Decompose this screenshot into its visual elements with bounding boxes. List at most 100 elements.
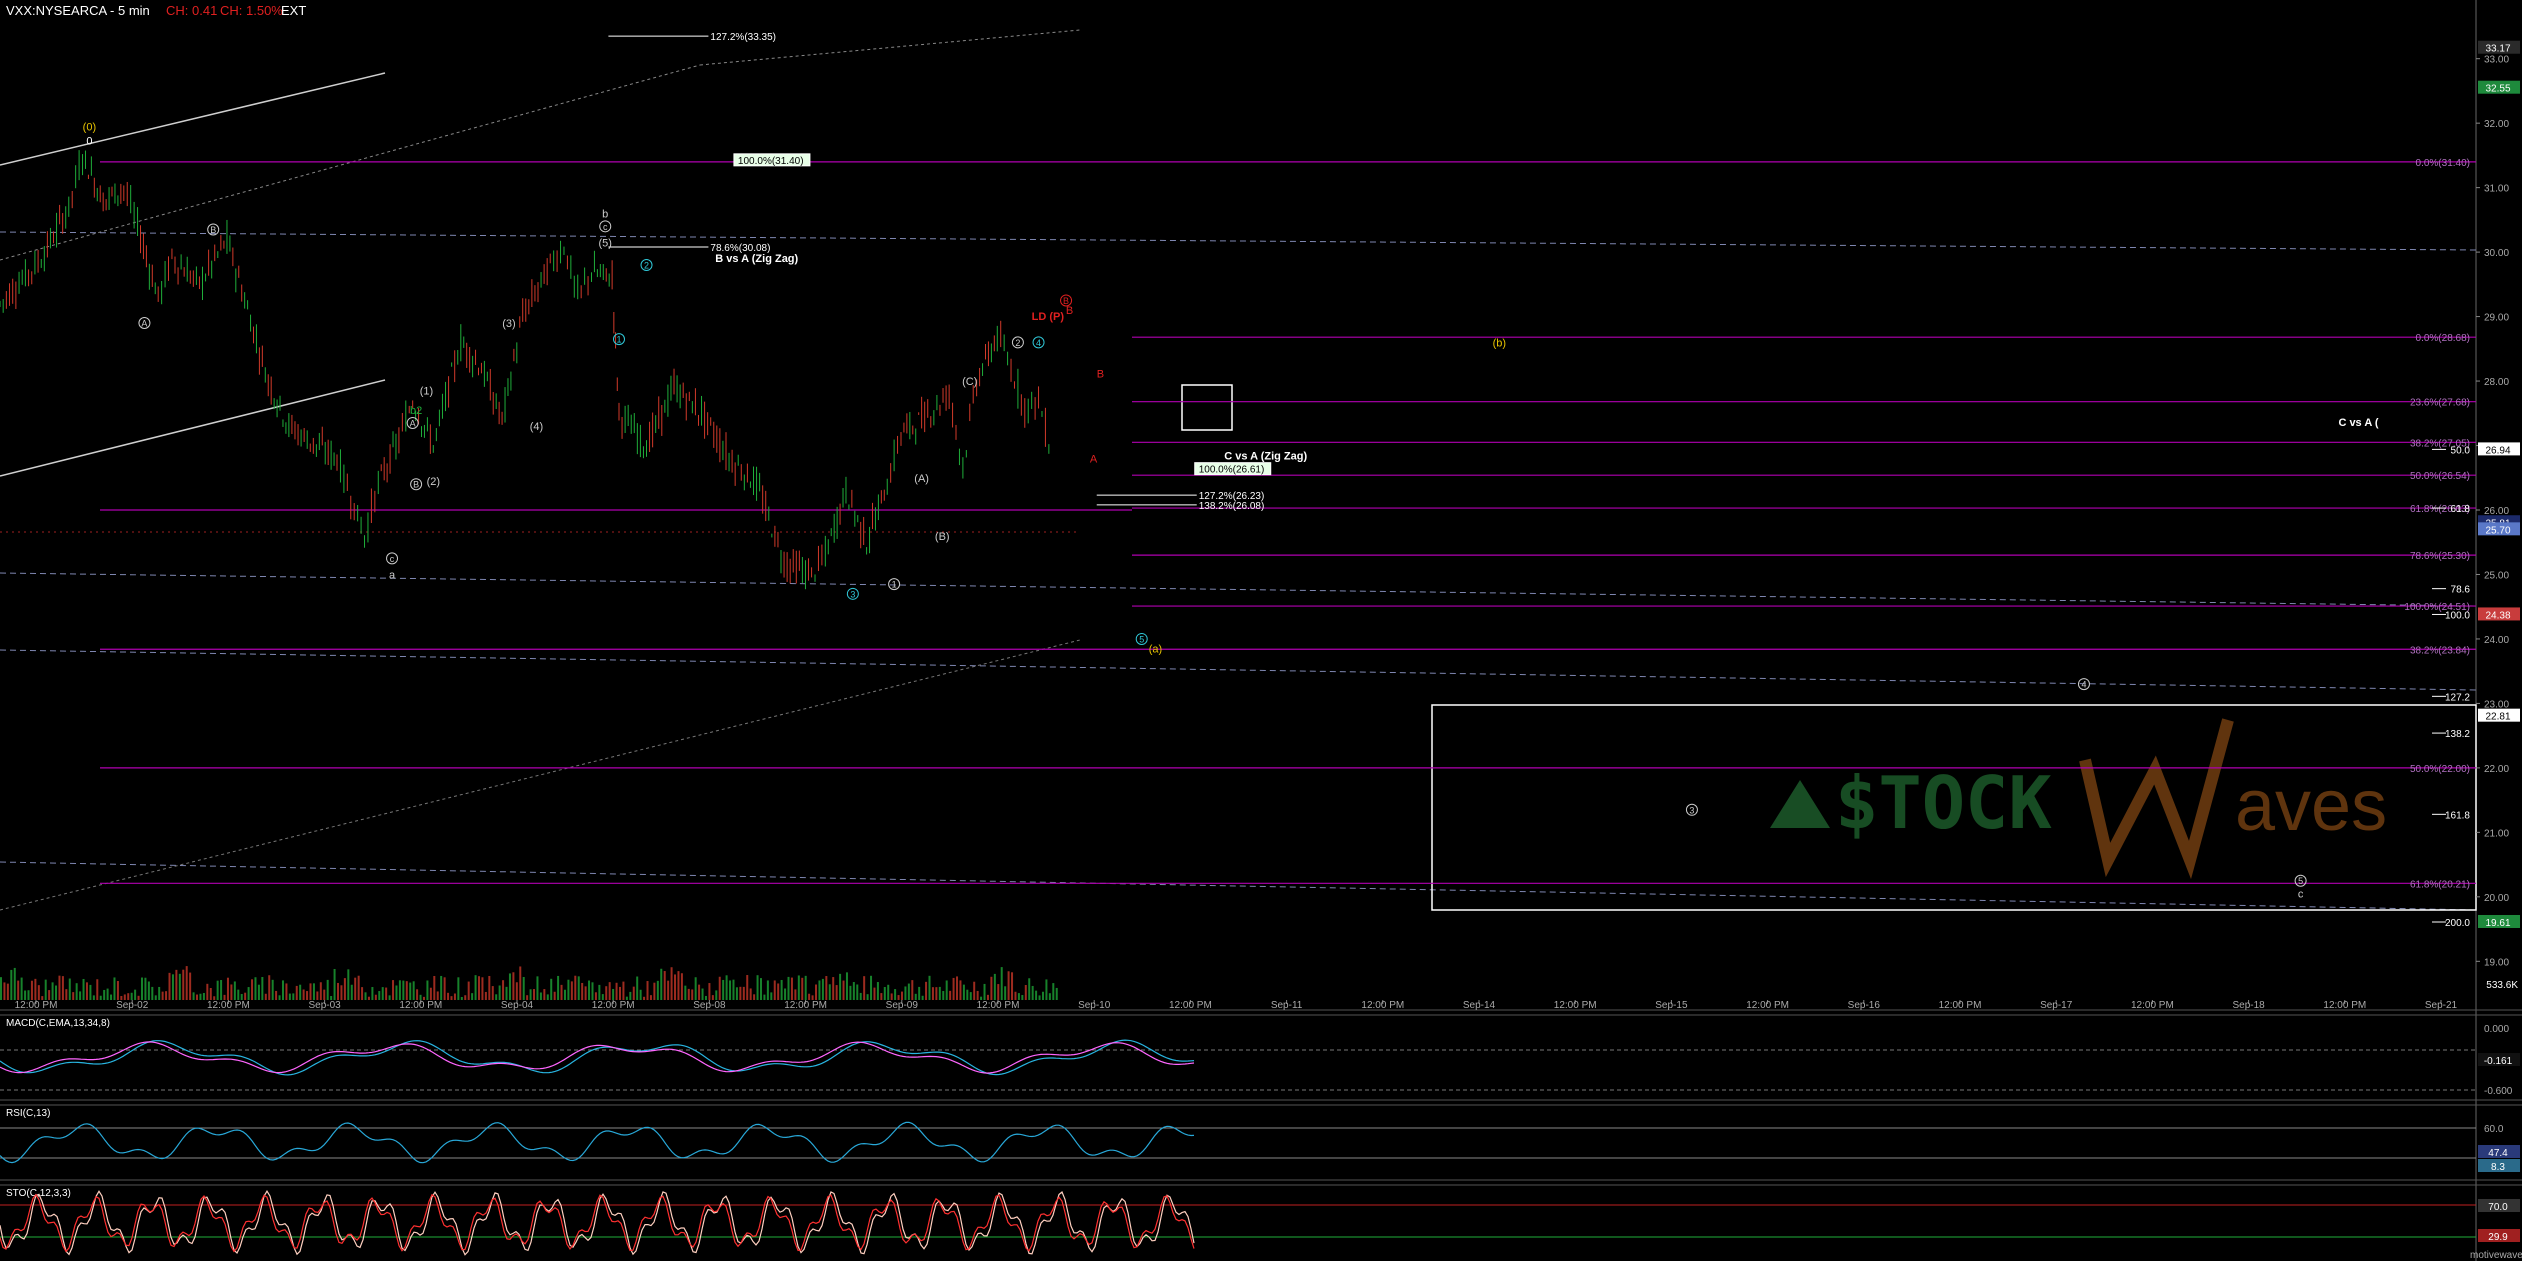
volume-bar: [257, 984, 260, 1000]
volume-bar: [687, 988, 690, 1000]
volume-bar: [845, 972, 848, 1000]
volume-bar: [519, 966, 522, 1000]
volume-bar: [505, 986, 508, 1000]
volume-bar: [567, 979, 570, 1000]
symbol-title[interactable]: VXX:NYSEARCA - 5 min: [6, 3, 150, 18]
volume-bar: [185, 966, 188, 1000]
volume-bar: [780, 979, 783, 1000]
edge-label: 127.2: [2445, 692, 2470, 703]
volume-bar: [619, 986, 621, 1000]
volume-bar: [636, 976, 639, 1000]
wave-label: 2: [644, 261, 649, 271]
volume-bar: [481, 977, 484, 1000]
edge-label: 161.8: [2445, 810, 2470, 821]
volume-bar: [37, 985, 40, 1000]
volume-bar: [271, 979, 274, 1000]
wave-label: (B): [935, 531, 950, 543]
volume-bar: [962, 984, 965, 1000]
volume-bar: [471, 993, 474, 1000]
volume-bar: [264, 993, 267, 1000]
volume-bar: [718, 976, 721, 1000]
volume-bar: [983, 983, 986, 1000]
volume-bar: [870, 975, 873, 1000]
edge-label: 78.6: [2451, 585, 2471, 596]
volume-bar: [550, 978, 553, 1000]
fib-level-label: 0.0%(28.68): [2416, 333, 2470, 344]
volume-bar: [285, 983, 288, 1000]
volume-bar: [612, 988, 615, 1000]
volume-bar: [577, 976, 580, 1000]
volume-bar: [498, 985, 501, 1000]
volume-bar: [677, 971, 680, 1000]
volume-bar: [92, 995, 95, 1000]
volume-bar: [299, 984, 302, 1000]
volume-bar: [918, 986, 921, 1000]
volume-bar: [739, 986, 742, 1000]
volume-bar: [1007, 971, 1010, 1000]
volume-bar: [340, 985, 343, 1000]
volume-bar: [887, 984, 890, 1000]
volume-bar: [116, 981, 119, 1000]
volume-bar: [925, 981, 928, 1000]
volume-bar: [660, 968, 663, 1000]
fib-level-label: 0.0%(31.40): [2416, 158, 2470, 169]
wave-label: 1: [616, 335, 621, 345]
volume-bar: [794, 989, 797, 1000]
volume-bar: [639, 989, 642, 1000]
volume-bar: [784, 988, 787, 1000]
volume-bar: [938, 986, 941, 1000]
volume-bar: [756, 975, 759, 1000]
chart-background: [0, 0, 2522, 1261]
volume-bar: [350, 984, 353, 1000]
panel-flag-label: 47.4: [2488, 1148, 2508, 1159]
chart-canvas[interactable]: $TOCK aves 0.0%(31.40) 0.0%(28.68) 23.6%(27…: [0, 0, 2522, 1261]
volume-bar: [412, 981, 415, 1000]
volume-bar: [278, 995, 281, 1000]
volume-bar: [337, 982, 340, 1000]
wave-label: A: [141, 319, 147, 329]
volume-bar: [151, 986, 154, 1000]
volume-bar: [361, 987, 364, 1000]
volume-bar: [206, 983, 209, 1000]
volume-bar: [742, 986, 745, 1000]
x-tick-label: 12:00 PM: [1169, 1000, 1212, 1011]
volume-bar: [894, 989, 897, 1000]
volume-bar: [993, 973, 996, 1000]
y-tick-label: 31.00: [2484, 184, 2509, 195]
y-tick-label: 19.00: [2484, 957, 2509, 968]
volume-bar: [488, 975, 491, 1000]
volume-bar: [302, 989, 305, 1000]
volume-bar: [581, 982, 584, 1000]
x-tick-label: Sep-09: [886, 1000, 919, 1011]
volume-bar: [966, 989, 969, 1000]
volume-bar: [594, 992, 597, 1000]
volume-bar: [735, 987, 738, 1000]
session-label: EXT: [281, 3, 306, 18]
volume-bar: [392, 980, 395, 1000]
volume-bar: [839, 973, 842, 1000]
volume-bar: [856, 984, 859, 1000]
volume-bar: [1031, 985, 1034, 1000]
price-flag-label: 25.70: [2485, 525, 2510, 536]
volume-bar: [165, 991, 168, 1000]
volume-bar: [395, 985, 398, 1000]
volume-bar: [72, 992, 75, 1000]
volume-bar: [192, 992, 195, 1000]
volume-bar: [364, 992, 367, 1000]
volume-bar: [725, 975, 728, 1000]
volume-bar: [1014, 991, 1017, 1000]
x-tick-label: 12:00 PM: [1361, 1000, 1404, 1011]
volume-bar: [388, 995, 391, 1000]
watermark-brand2: aves: [2235, 766, 2387, 846]
wave-label: B: [210, 225, 216, 235]
volume-bar: [378, 991, 381, 1000]
volume-bar: [309, 983, 312, 1000]
panel-title: STO(C,12,3,3): [6, 1188, 71, 1199]
volume-bar: [1052, 983, 1055, 1000]
volume-bar: [130, 992, 133, 1000]
volume-scale-label: 533.6K: [2486, 980, 2518, 991]
fib-white-label: 138.2%(26.08): [1199, 501, 1265, 512]
edge-label: 100.0: [2445, 610, 2470, 621]
volume-bar: [89, 984, 92, 1000]
change-percent: CH: 1.50%: [220, 3, 283, 18]
